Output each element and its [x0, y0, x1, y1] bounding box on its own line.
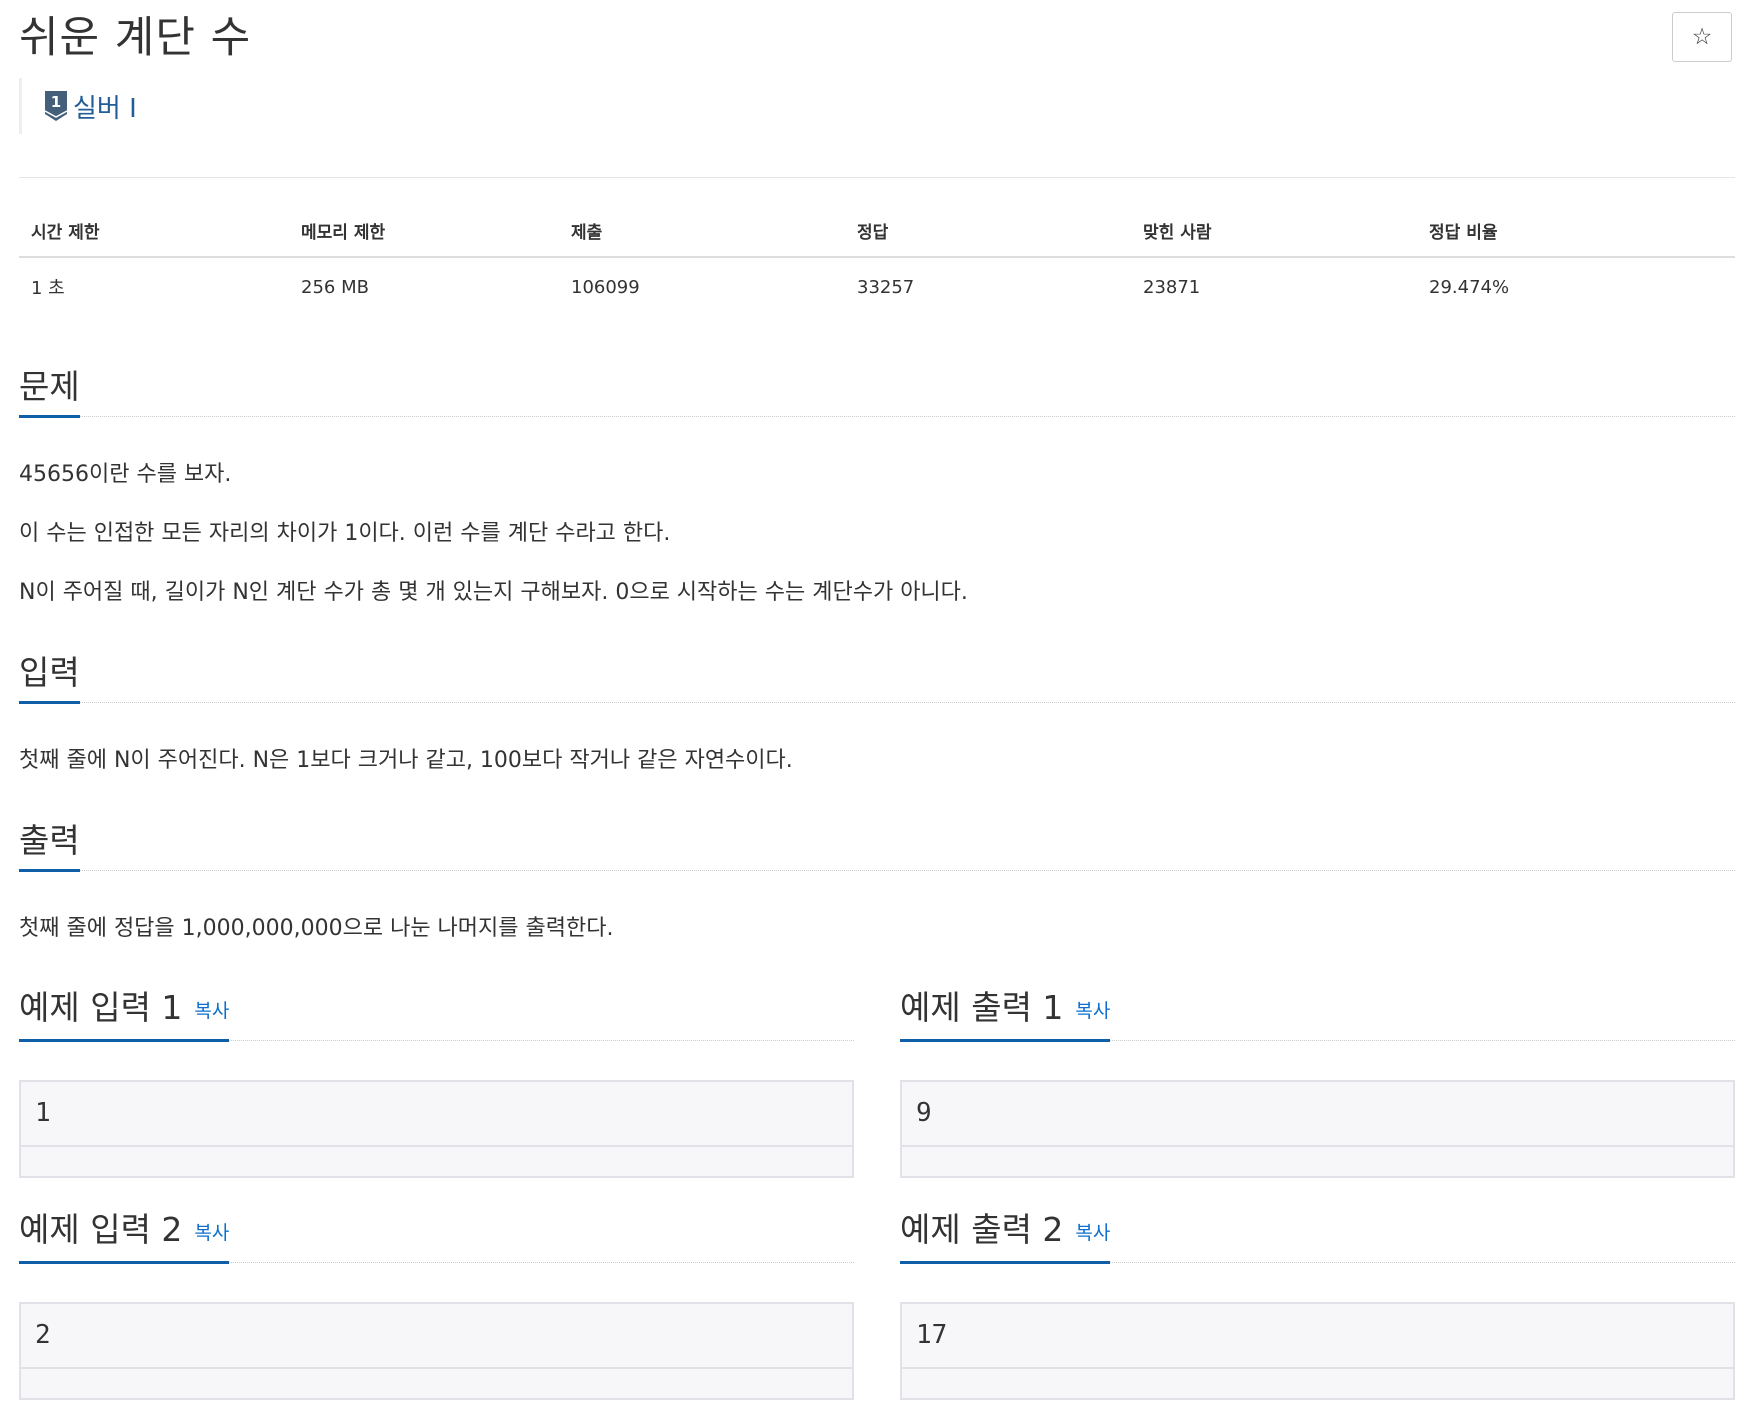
- sample-input-2-value: 2: [35, 1320, 51, 1350]
- tier-link[interactable]: 실버 I: [73, 88, 137, 125]
- sample-box-divider: [902, 1367, 1733, 1369]
- sample-input-1-header: 예제 입력 1 복사: [19, 988, 854, 1042]
- input-description: 첫째 줄에 N이 주어진다. N은 1보다 크거나 같고, 100보다 작거나 …: [19, 748, 793, 773]
- copy-sample-output-2-link[interactable]: 복사: [1075, 1222, 1110, 1244]
- input-header: 입력: [19, 651, 1735, 704]
- silver-tier-badge-icon: 1: [44, 91, 68, 121]
- stats-time-limit: 1 초: [31, 278, 65, 299]
- stats-accept-ratio: 29.474%: [1429, 276, 1510, 298]
- sample-input-1-value: 1: [35, 1098, 51, 1128]
- stats-accepted: 33257: [857, 276, 915, 298]
- problem-stats-table: 시간 제한 메모리 제한 제출 정답 맞힌 사람 정답 비율 1 초 256 M…: [19, 208, 1735, 310]
- sample-output-1-box[interactable]: 9: [900, 1080, 1735, 1178]
- tier-info: 1 실버 I: [19, 78, 137, 134]
- stats-header-row: 시간 제한 메모리 제한 제출 정답 맞힌 사람 정답 비율: [19, 208, 1735, 258]
- sample-output-1-title: 예제 출력 1 복사: [900, 986, 1111, 1042]
- problem-description-line-1: 45656이란 수를 보자.: [19, 462, 232, 487]
- stats-header-accept-ratio: 정답 비율: [1417, 208, 1735, 258]
- sample-output-2-title: 예제 출력 2 복사: [900, 1208, 1111, 1264]
- stats-solved-users: 23871: [1143, 276, 1201, 298]
- stats-header-memory-limit: 메모리 제한: [289, 208, 559, 258]
- stats-header-time-limit: 시간 제한: [19, 208, 289, 258]
- output-title: 출력: [19, 819, 80, 872]
- output-description: 첫째 줄에 정답을 1,000,000,000으로 나눈 나머지를 출력한다.: [19, 916, 614, 941]
- problem-title: 쉬운 계단 수: [19, 13, 252, 63]
- stats-value-row: 1 초 256 MB 106099 33257 23871 29.474%: [19, 257, 1735, 310]
- sample-box-divider: [21, 1145, 852, 1147]
- problem-description-header: 문제: [19, 365, 1735, 418]
- sample-output-2-box[interactable]: 17: [900, 1302, 1735, 1400]
- sample-input-1-title: 예제 입력 1 복사: [19, 986, 230, 1042]
- problem-description-title: 문제: [19, 365, 80, 418]
- sample-output-2-value: 17: [916, 1320, 948, 1350]
- sample-input-2-box[interactable]: 2: [19, 1302, 854, 1400]
- stats-header-submissions: 제출: [559, 208, 845, 258]
- star-outline-icon: ☆: [1691, 24, 1713, 50]
- stats-header-solved-users: 맞힌 사람: [1131, 208, 1417, 258]
- sample-input-2-title: 예제 입력 2 복사: [19, 1208, 230, 1264]
- stats-memory-limit: 256 MB: [301, 276, 369, 298]
- stats-submissions: 106099: [571, 276, 640, 298]
- copy-sample-input-1-link[interactable]: 복사: [194, 1000, 229, 1022]
- header-divider: [19, 177, 1735, 178]
- sample-output-1-header: 예제 출력 1 복사: [900, 988, 1735, 1042]
- tier-number: 1: [51, 93, 61, 111]
- sample-input-1-box[interactable]: 1: [19, 1080, 854, 1178]
- copy-sample-output-1-link[interactable]: 복사: [1075, 1000, 1110, 1022]
- favorite-button[interactable]: ☆: [1672, 12, 1732, 62]
- problem-description-line-2: 이 수는 인접한 모든 자리의 차이가 1이다. 이런 수를 계단 수라고 한다…: [19, 521, 671, 546]
- input-title: 입력: [19, 651, 80, 704]
- copy-sample-input-2-link[interactable]: 복사: [194, 1222, 229, 1244]
- sample-box-divider: [902, 1145, 1733, 1147]
- sample-box-divider: [21, 1367, 852, 1369]
- problem-description-line-3: N이 주어질 때, 길이가 N인 계단 수가 총 몇 개 있는지 구해보자. 0…: [19, 580, 968, 605]
- sample-input-2-header: 예제 입력 2 복사: [19, 1210, 854, 1264]
- sample-output-2-header: 예제 출력 2 복사: [900, 1210, 1735, 1264]
- sample-output-1-value: 9: [916, 1098, 932, 1128]
- stats-header-accepted: 정답: [845, 208, 1131, 258]
- output-header: 출력: [19, 819, 1735, 872]
